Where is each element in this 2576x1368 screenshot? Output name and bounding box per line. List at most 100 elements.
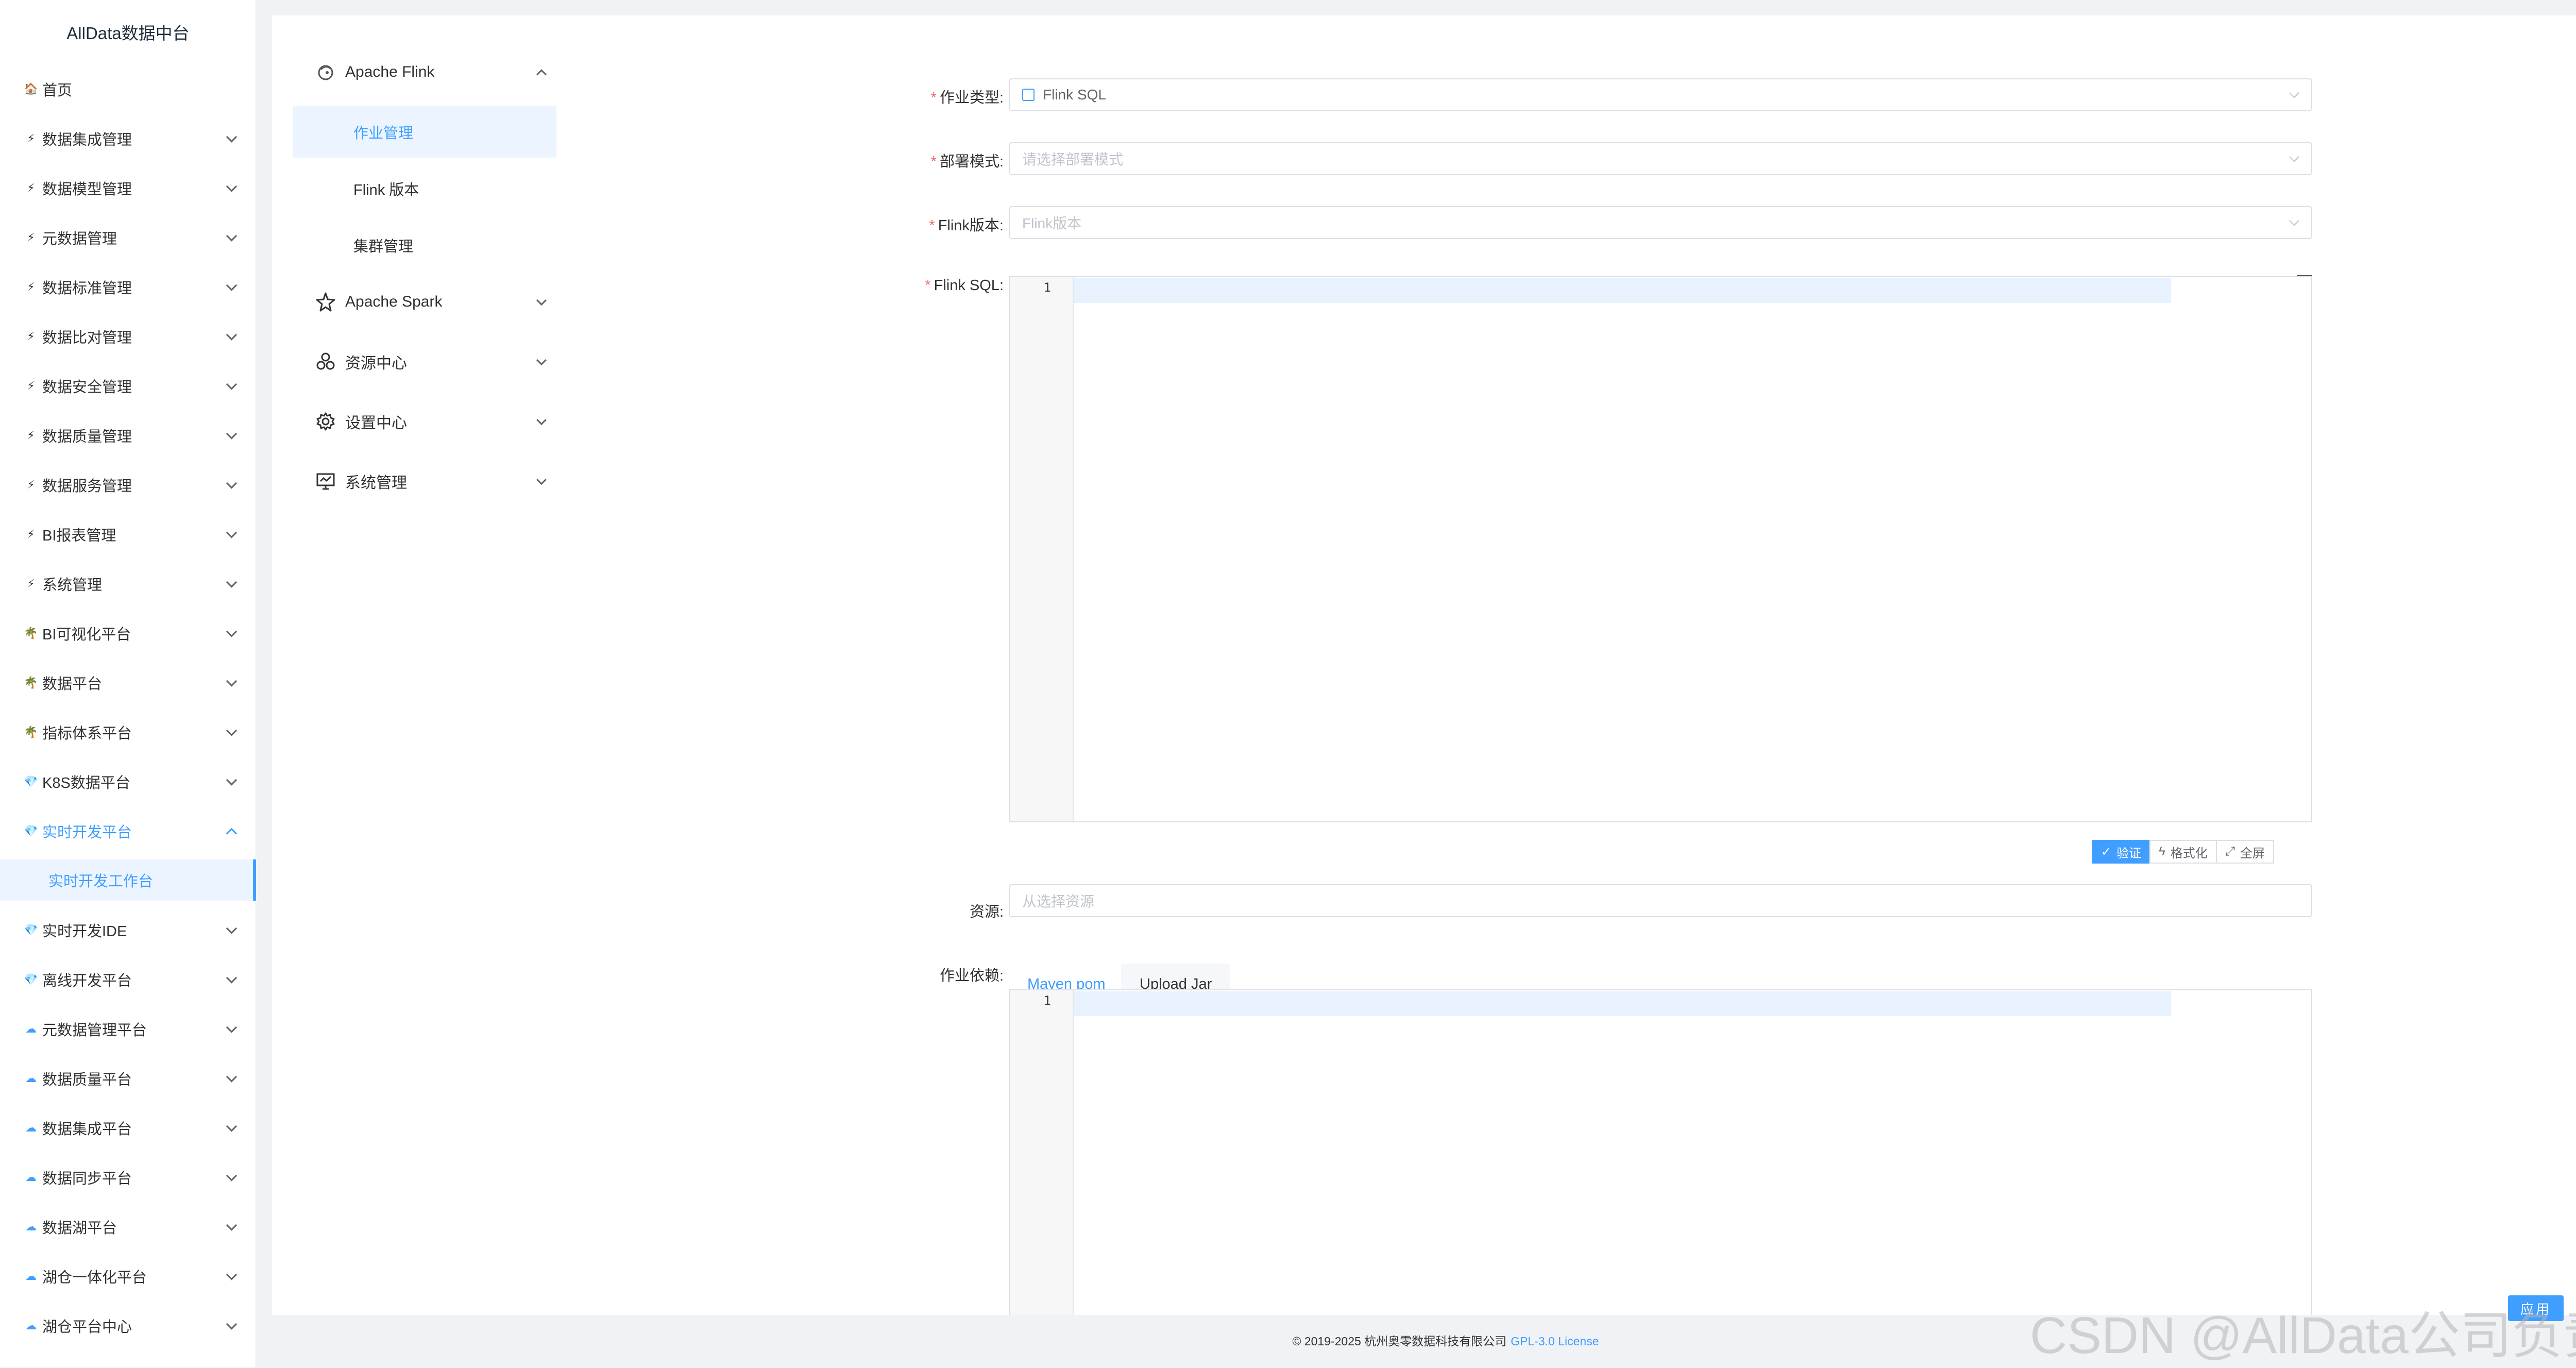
- job-type-select[interactable]: Flink SQL: [1009, 78, 2312, 111]
- sidebar-item-sync-platform[interactable]: ☁ 数据同步平台: [0, 1153, 256, 1202]
- sidebar-item-label: 数据模型管理: [42, 181, 132, 198]
- job-type-label: * 作业类型:: [930, 90, 1004, 106]
- submenu-job-management[interactable]: 作业管理: [293, 106, 556, 158]
- check-icon: ✓: [2101, 845, 2112, 859]
- flink-sql-editor[interactable]: 1: [1009, 276, 2312, 822]
- monitor-icon: [314, 470, 337, 493]
- sidebar-item-data-compare[interactable]: ⚡ 数据比对管理: [0, 312, 256, 361]
- chevron-down-icon: [536, 355, 547, 366]
- submenu-apache-flink[interactable]: Apache Flink: [303, 46, 567, 98]
- sidebar-item-label: 数据标准管理: [42, 280, 132, 297]
- resource-select[interactable]: 从选择资源: [1009, 884, 2312, 917]
- sidebar-item-label: 离线开发平台: [42, 973, 132, 989]
- submenu-label: 设置中心: [345, 415, 407, 432]
- cloud-icon: ☁: [25, 1022, 37, 1035]
- sidebar-item-data-model[interactable]: ⚡ 数据模型管理: [0, 163, 256, 213]
- diamond-icon: 💎: [24, 923, 38, 936]
- sidebar-item-label: 数据集成管理: [42, 132, 132, 148]
- sidebar-item-label: 元数据管理: [42, 231, 117, 247]
- sidebar-item-label: 湖仓平台中心: [42, 1319, 132, 1336]
- fullscreen-button[interactable]: ⤢ 全屏: [2215, 840, 2275, 864]
- chevron-down-icon: [536, 295, 547, 306]
- sidebar-item-system[interactable]: ⚡ 系统管理: [0, 559, 256, 609]
- chevron-down-icon: [2289, 151, 2299, 162]
- diamond-icon: 💎: [24, 775, 38, 788]
- chevron-down-icon: [226, 1071, 238, 1083]
- sidebar-item-label: 数据比对管理: [42, 330, 132, 346]
- lightning-icon: ϟ: [2159, 845, 2165, 858]
- sidebar-item-data-lake[interactable]: ☁ 数据湖平台: [0, 1202, 256, 1252]
- lightning-icon: ⚡: [27, 280, 35, 293]
- sidebar-item-k8s[interactable]: 💎 K8S数据平台: [0, 757, 256, 806]
- flink-sql-icon: [1022, 89, 1035, 101]
- sidebar-item-data-integration[interactable]: ⚡ 数据集成管理: [0, 114, 256, 163]
- submenu-cluster-management[interactable]: 集群管理: [293, 219, 556, 271]
- chevron-down-icon: [226, 428, 238, 440]
- sidebar-item-metadata-platform[interactable]: ☁ 元数据管理平台: [0, 1004, 256, 1054]
- editor-gutter: 1: [1010, 990, 1074, 1315]
- chevron-down-icon: [536, 475, 547, 485]
- sidebar-item-data-security[interactable]: ⚡ 数据安全管理: [0, 361, 256, 411]
- sidebar-item-metrics[interactable]: 🌴 指标体系平台: [0, 707, 256, 757]
- sidebar-item-metadata[interactable]: ⚡ 元数据管理: [0, 213, 256, 262]
- chevron-down-icon: [226, 626, 238, 637]
- sidebar-item-quality-platform[interactable]: ☁ 数据质量平台: [0, 1054, 256, 1103]
- submenu-flink-version[interactable]: Flink 版本: [293, 163, 556, 214]
- sidebar-item-realtime-ide[interactable]: 💎 实时开发IDE: [0, 905, 256, 955]
- chevron-down-icon: [226, 972, 238, 984]
- sidebar-item-label: 指标体系平台: [42, 725, 132, 742]
- deploy-mode-select[interactable]: 请选择部署模式: [1009, 142, 2312, 175]
- fullscreen-label: 全屏: [2240, 846, 2265, 860]
- lightning-icon: ⚡: [27, 379, 35, 392]
- flink-version-select[interactable]: Flink版本: [1009, 206, 2312, 239]
- cloud-icon: ☁: [25, 1220, 37, 1233]
- verify-button[interactable]: ✓ 验证: [2092, 840, 2151, 864]
- submenu-system-management[interactable]: 系统管理: [303, 455, 567, 507]
- sidebar-subitem-realtime-workbench[interactable]: 实时开发工作台: [0, 859, 256, 901]
- lightning-icon: ⚡: [27, 330, 35, 343]
- palm-tree-icon: 🌴: [24, 725, 38, 738]
- sidebar-item-bi-visual[interactable]: 🌴 BI可视化平台: [0, 609, 256, 658]
- submenu-settings-center[interactable]: 设置中心: [303, 396, 567, 447]
- submenu-label: Apache Spark: [345, 293, 443, 310]
- sidebar-item-realtime-dev[interactable]: 💎 实时开发平台: [0, 806, 256, 856]
- chevron-down-icon: [226, 1269, 238, 1280]
- chevron-down-icon: [2289, 215, 2299, 226]
- chevron-down-icon: [226, 230, 238, 242]
- sidebar-item-data-platform[interactable]: 🌴 数据平台: [0, 658, 256, 707]
- sidebar-item-integration-platform[interactable]: ☁ 数据集成平台: [0, 1103, 256, 1153]
- sidebar-item-label: 数据安全管理: [42, 379, 132, 396]
- chevron-down-icon: [226, 329, 238, 341]
- sidebar-item-lakehouse[interactable]: ☁ 湖仓一体化平台: [0, 1252, 256, 1301]
- palm-tree-icon: 🌴: [24, 676, 38, 689]
- cloud-icon: ☁: [25, 1121, 37, 1134]
- gear-icon: [314, 410, 337, 433]
- job-type-value: Flink SQL: [1043, 87, 1106, 103]
- lightning-icon: ⚡: [27, 577, 35, 590]
- sidebar-item-label: K8S数据平台: [42, 775, 130, 791]
- deploy-mode-label: * 部署模式:: [930, 154, 1004, 170]
- sidebar-item-bi-report[interactable]: ⚡ BI报表管理: [0, 510, 256, 559]
- maven-pom-editor[interactable]: 1: [1009, 989, 2312, 1315]
- diamond-icon: 💎: [24, 973, 38, 986]
- chevron-down-icon: [226, 1022, 238, 1033]
- submenu-resource-center[interactable]: 资源中心: [303, 336, 567, 387]
- editor-gutter: 1: [1010, 277, 1074, 821]
- format-button[interactable]: ϟ 格式化: [2149, 840, 2217, 864]
- sidebar-item-home[interactable]: 🏠 首页: [0, 64, 256, 114]
- sidebar-item-label: 数据质量平台: [42, 1072, 132, 1088]
- sidebar-item-lakehouse-center[interactable]: ☁ 湖仓平台中心: [0, 1301, 256, 1350]
- sidebar-item-label: BI可视化平台: [42, 627, 131, 643]
- sidebar-item-offline-dev[interactable]: 💎 离线开发平台: [0, 955, 256, 1004]
- editor-actions: ✓ 验证 ϟ 格式化 ⤢ 全屏: [2092, 840, 2275, 864]
- license-link[interactable]: GPL-3.0 License: [1511, 1335, 1599, 1348]
- resource-label: 资源:: [969, 904, 1004, 920]
- sidebar-item-data-service[interactable]: ⚡ 数据服务管理: [0, 460, 256, 510]
- chevron-up-icon: [536, 69, 547, 80]
- sidebar-item-data-standard[interactable]: ⚡ 数据标准管理: [0, 262, 256, 312]
- lightning-icon: ⚡: [27, 429, 35, 442]
- spark-star-icon: [314, 291, 337, 313]
- sidebar-item-data-quality[interactable]: ⚡ 数据质量管理: [0, 411, 256, 460]
- sidebar-item-label: 实时开发平台: [42, 824, 132, 841]
- submenu-apache-spark[interactable]: Apache Spark: [303, 276, 567, 328]
